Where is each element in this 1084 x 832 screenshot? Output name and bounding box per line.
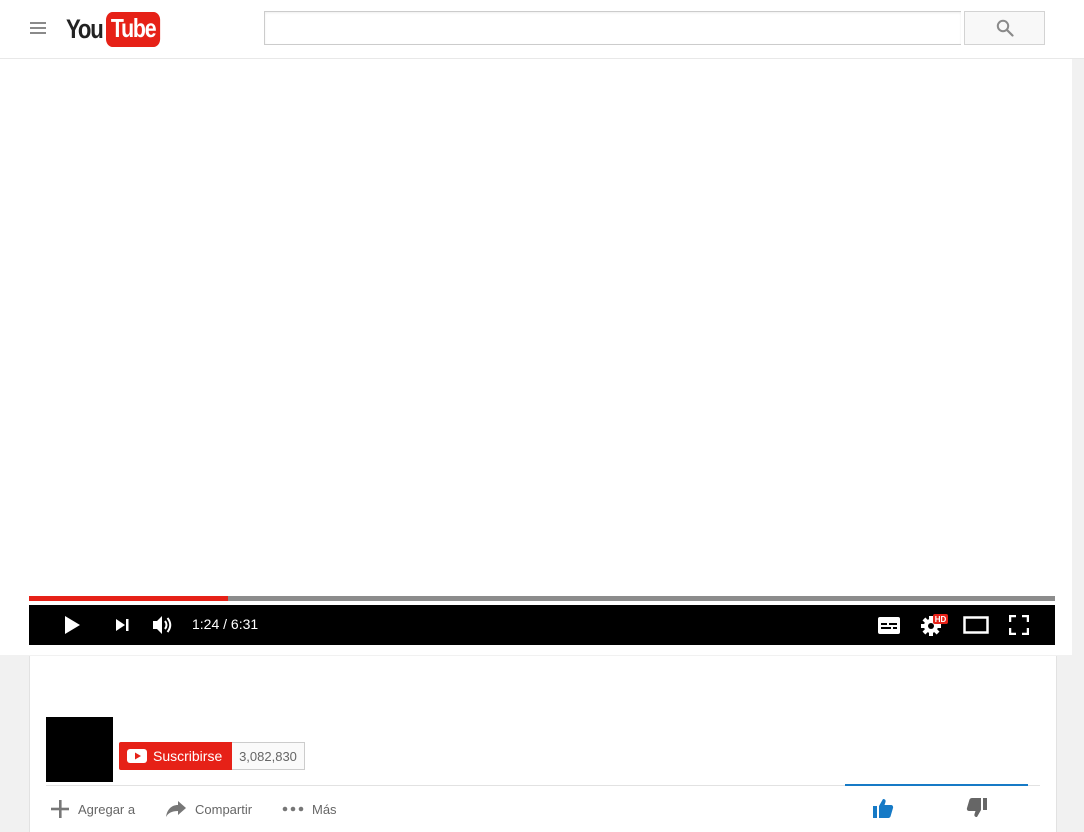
- masthead: You Tube: [0, 0, 1084, 59]
- play-button[interactable]: [59, 605, 85, 645]
- volume-icon: [153, 616, 172, 634]
- plus-icon: [50, 799, 70, 819]
- subtitles-icon: [878, 616, 900, 634]
- like-button[interactable]: [872, 797, 894, 824]
- settings-icon: HD: [921, 614, 948, 636]
- dislike-button[interactable]: [966, 797, 988, 824]
- subscribe-label: Suscribirse: [153, 748, 223, 764]
- menu-icon[interactable]: [30, 22, 46, 36]
- search-icon: [996, 19, 1014, 37]
- subscribe-button[interactable]: Suscribirse: [119, 742, 232, 770]
- channel-avatar[interactable]: [46, 717, 113, 782]
- logo-tube-text: Tube: [105, 11, 160, 47]
- like-ratio-bar: [845, 784, 1028, 786]
- add-to-button[interactable]: Agregar a: [50, 796, 135, 822]
- subscriber-count: 3,082,830: [232, 742, 305, 770]
- youtube-play-icon: [127, 749, 147, 763]
- volume-button[interactable]: [149, 605, 177, 645]
- hd-badge: HD: [935, 615, 947, 624]
- like-icon: [873, 799, 894, 818]
- progress-played: [29, 596, 229, 601]
- logo-you-text: You: [66, 13, 104, 44]
- subtitles-button[interactable]: [875, 605, 903, 645]
- share-icon: [165, 800, 187, 818]
- more-icon: [282, 806, 304, 812]
- search-button[interactable]: [964, 11, 1045, 45]
- next-button[interactable]: [111, 605, 133, 645]
- settings-button[interactable]: HD: [917, 605, 951, 645]
- play-icon: [65, 616, 80, 634]
- player-controls: 1:24 / 6:31 HD: [29, 605, 1055, 645]
- next-icon: [116, 619, 129, 631]
- youtube-logo[interactable]: You Tube: [66, 11, 172, 47]
- add-to-label: Agregar a: [78, 801, 136, 817]
- search-input[interactable]: [264, 11, 961, 45]
- share-button[interactable]: Compartir: [165, 796, 252, 822]
- progress-bar[interactable]: [29, 596, 1055, 601]
- fullscreen-icon: [1009, 615, 1029, 635]
- more-button[interactable]: Más: [282, 796, 337, 822]
- video-area[interactable]: [0, 59, 1072, 655]
- theater-mode-button[interactable]: [961, 605, 991, 645]
- more-label: Más: [312, 801, 337, 817]
- time-display: 1:24 / 6:31: [192, 616, 259, 632]
- theater-mode-icon: [963, 616, 989, 634]
- fullscreen-button[interactable]: [1005, 605, 1033, 645]
- video-info-card: Suscribirse 3,082,830 Agregar a Comparti…: [29, 656, 1057, 832]
- share-label: Compartir: [195, 801, 253, 817]
- dislike-icon: [966, 798, 987, 817]
